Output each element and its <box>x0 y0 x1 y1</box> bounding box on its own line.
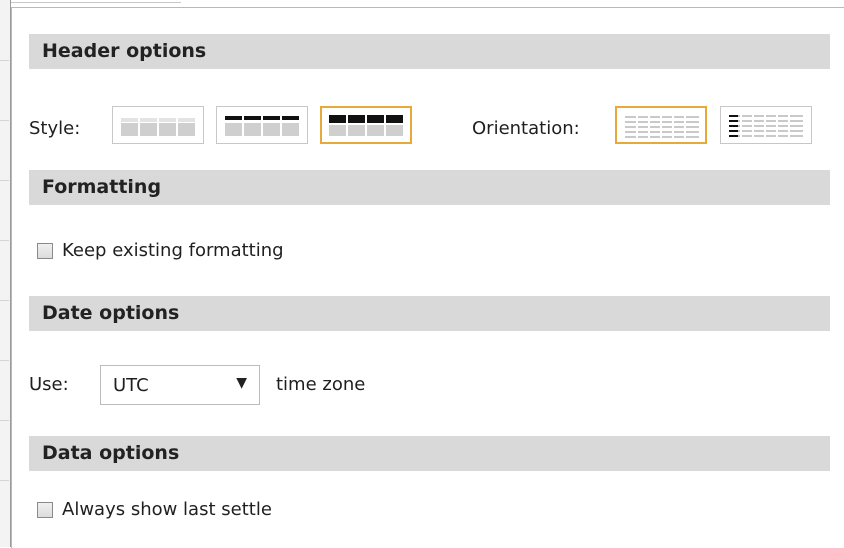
section-formatting: Formatting <box>29 170 830 205</box>
orientation-vertical-swatch[interactable] <box>720 106 812 144</box>
style-dark-swatch[interactable] <box>320 106 412 144</box>
background-window-edge <box>0 0 11 547</box>
orientation-vertical-icon <box>729 115 803 137</box>
section-data-options: Data options <box>29 436 830 471</box>
background-window-topline <box>11 0 844 6</box>
timezone-select[interactable]: UTC ▼ <box>100 365 260 405</box>
section-title: Formatting <box>42 176 162 198</box>
table-style-light-icon <box>121 118 195 136</box>
section-title: Date options <box>42 302 180 324</box>
table-style-dark-icon <box>329 115 403 136</box>
always-show-last-settle-checkbox[interactable] <box>37 502 53 518</box>
chevron-down-icon: ▼ <box>236 375 247 391</box>
always-show-last-settle-label: Always show last settle <box>62 499 272 520</box>
section-title: Header options <box>42 40 207 62</box>
options-panel: Header options Style: Orientation: Forma… <box>11 7 844 548</box>
keep-existing-formatting-checkbox[interactable] <box>37 243 53 259</box>
section-date-options: Date options <box>29 296 830 331</box>
section-title: Data options <box>42 442 180 464</box>
table-style-medium-icon <box>225 116 299 136</box>
use-label: Use: <box>29 374 69 395</box>
style-label: Style: <box>29 118 81 139</box>
orientation-horizontal-icon <box>625 116 699 138</box>
style-light-swatch[interactable] <box>112 106 204 144</box>
orientation-horizontal-swatch[interactable] <box>615 106 707 144</box>
keep-existing-formatting-label: Keep existing formatting <box>62 240 284 261</box>
orientation-label: Orientation: <box>472 118 580 139</box>
section-header-options: Header options <box>29 34 830 69</box>
timezone-suffix-label: time zone <box>276 374 366 395</box>
style-medium-swatch[interactable] <box>216 106 308 144</box>
timezone-value: UTC <box>113 375 149 396</box>
